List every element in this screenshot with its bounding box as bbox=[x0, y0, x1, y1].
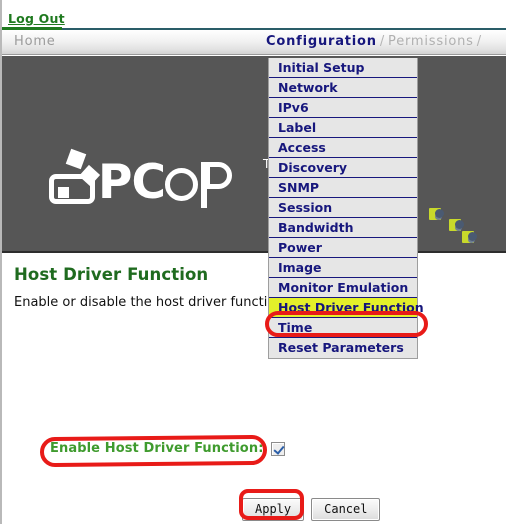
configuration-dropdown-menu[interactable]: Initial Setup Network IPv6 Label Access … bbox=[268, 58, 424, 359]
menu-item-host-driver-function[interactable]: Host Driver Function bbox=[269, 298, 424, 318]
breadcrumb-nav: Home Configuration / Permissions / bbox=[2, 30, 506, 55]
menu-item-reset-parameters[interactable]: Reset Parameters bbox=[269, 338, 417, 358]
menu-item-network[interactable]: Network bbox=[269, 78, 417, 98]
enable-host-driver-function-row[interactable]: Enable Host Driver Function: bbox=[50, 441, 285, 456]
apply-button[interactable]: Apply bbox=[242, 498, 305, 521]
cube-icon-1 bbox=[429, 208, 444, 222]
form-actions: Apply Cancel bbox=[242, 498, 381, 521]
menu-item-session[interactable]: Session bbox=[269, 198, 417, 218]
nav-separator-1: / bbox=[379, 34, 386, 49]
logo-wordmark-text: PC bbox=[98, 155, 166, 210]
cube-icon-3 bbox=[462, 231, 477, 245]
menu-item-access[interactable]: Access bbox=[269, 138, 417, 158]
menu-item-initial-setup[interactable]: Initial Setup bbox=[269, 58, 417, 78]
nav-separator-2: / bbox=[476, 34, 482, 49]
menu-item-label[interactable]: Label bbox=[269, 118, 417, 138]
cube-icon-2 bbox=[449, 219, 464, 233]
menu-item-discovery[interactable]: Discovery bbox=[269, 158, 417, 178]
nav-item-configuration[interactable]: Configuration bbox=[266, 34, 377, 49]
logo-letter-o bbox=[164, 168, 198, 201]
logout-bar: Log Out bbox=[2, 0, 506, 30]
menu-item-image[interactable]: Image bbox=[269, 258, 417, 278]
main-content: Host Driver Function Enable or disable t… bbox=[2, 255, 506, 524]
menu-item-power[interactable]: Power bbox=[269, 238, 417, 258]
page-left-border bbox=[0, 0, 2, 524]
nav-item-permissions[interactable]: Permissions bbox=[388, 34, 474, 49]
cancel-button[interactable]: Cancel bbox=[311, 498, 381, 521]
monitor-dot-icon bbox=[58, 187, 69, 198]
logout-link[interactable]: Log Out bbox=[8, 12, 65, 26]
page-title: Host Driver Function bbox=[14, 265, 209, 284]
menu-item-bandwidth[interactable]: Bandwidth bbox=[269, 218, 417, 238]
enable-host-driver-function-label: Enable Host Driver Function: bbox=[50, 441, 264, 456]
enable-host-driver-function-checkbox[interactable] bbox=[270, 441, 285, 456]
page-description: Enable or disable the host driver functi… bbox=[14, 295, 288, 310]
logo-wordmark: PC bbox=[98, 159, 233, 208]
logo-letter-p bbox=[200, 162, 233, 208]
nav-section-group: Configuration / Permissions / bbox=[266, 34, 485, 49]
menu-item-time[interactable]: Time bbox=[269, 318, 417, 338]
nav-item-home[interactable]: Home bbox=[14, 34, 56, 49]
pixel-square-large-icon bbox=[65, 148, 87, 170]
menu-item-snmp[interactable]: SNMP bbox=[269, 178, 417, 198]
pcoip-logo: PC TM bbox=[30, 148, 281, 251]
menu-item-monitor-emulation[interactable]: Monitor Emulation bbox=[269, 278, 417, 298]
page-root: Log Out Home Configuration / Permissions / … bbox=[0, 0, 506, 524]
brand-banner: PC TM PC bbox=[2, 56, 506, 253]
menu-item-ipv6[interactable]: IPv6 bbox=[269, 98, 417, 118]
